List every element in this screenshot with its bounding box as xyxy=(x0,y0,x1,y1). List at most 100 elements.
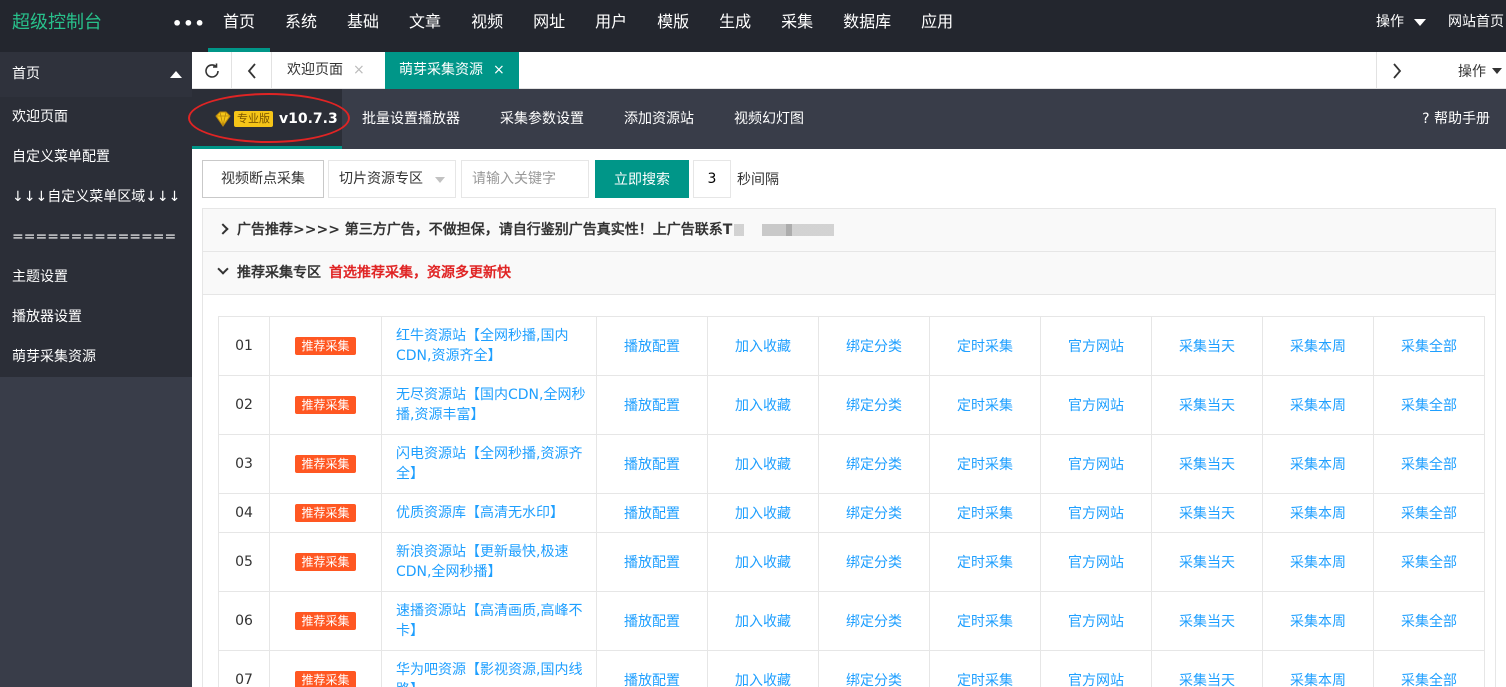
sidebar-item-custom-menu[interactable]: 自定义菜单配置 xyxy=(0,137,192,177)
sidebar-group-home[interactable]: 首页 xyxy=(0,52,192,97)
collect-week-link[interactable]: 采集本周 xyxy=(1262,650,1374,687)
sidebar-item-custom-area[interactable]: ↓↓↓自定义菜单区域↓↓↓ xyxy=(0,177,192,217)
bind-category-link[interactable]: 绑定分类 xyxy=(818,434,930,494)
search-button[interactable]: 立即搜索 xyxy=(595,160,689,198)
collect-today-link[interactable]: 采集当天 xyxy=(1151,591,1263,651)
resource-name-link[interactable]: 红牛资源站【全网秒播,国内CDN,资源齐全】 xyxy=(381,316,597,376)
official-site-link[interactable]: 官方网站 xyxy=(1040,434,1152,494)
collect-week-link[interactable]: 采集本周 xyxy=(1262,493,1374,533)
nav-generate[interactable]: 生成 xyxy=(704,0,766,52)
resource-name-link[interactable]: 闪电资源站【全网秒播,资源齐全】 xyxy=(381,434,597,494)
official-site-link[interactable]: 官方网站 xyxy=(1040,493,1152,533)
breakpoint-collect-button[interactable]: 视频断点采集 xyxy=(202,160,324,198)
collect-week-link[interactable]: 采集本周 xyxy=(1262,375,1374,435)
collect-all-link[interactable]: 采集全部 xyxy=(1373,493,1485,533)
sidebar-item-mengya[interactable]: 萌芽采集资源 xyxy=(0,337,192,377)
play-config-link[interactable]: 播放配置 xyxy=(596,434,708,494)
bind-category-link[interactable]: 绑定分类 xyxy=(818,532,930,592)
schedule-collect-link[interactable]: 定时采集 xyxy=(929,493,1041,533)
play-config-link[interactable]: 播放配置 xyxy=(596,375,708,435)
nav-system[interactable]: 系统 xyxy=(270,0,332,52)
collect-all-link[interactable]: 采集全部 xyxy=(1373,650,1485,687)
sidebar-item-theme[interactable]: 主题设置 xyxy=(0,257,192,297)
close-icon[interactable]: × xyxy=(493,62,505,78)
nav-url[interactable]: 网址 xyxy=(518,0,580,52)
subnav-batch-player[interactable]: 批量设置播放器 xyxy=(362,89,460,149)
official-site-link[interactable]: 官方网站 xyxy=(1040,375,1152,435)
add-favorite-link[interactable]: 加入收藏 xyxy=(707,434,819,494)
collect-today-link[interactable]: 采集当天 xyxy=(1151,532,1263,592)
add-favorite-link[interactable]: 加入收藏 xyxy=(707,650,819,687)
sidebar-item-player[interactable]: 播放器设置 xyxy=(0,297,192,337)
bind-category-link[interactable]: 绑定分类 xyxy=(818,493,930,533)
schedule-collect-link[interactable]: 定时采集 xyxy=(929,316,1041,376)
operate-menu[interactable]: 操作 xyxy=(1376,0,1448,44)
add-favorite-link[interactable]: 加入收藏 xyxy=(707,316,819,376)
schedule-collect-link[interactable]: 定时采集 xyxy=(929,375,1041,435)
resource-name-link[interactable]: 华为吧资源【影视资源,国内线路】 xyxy=(381,650,597,687)
nav-collect[interactable]: 采集 xyxy=(766,0,828,52)
nav-apps[interactable]: 应用 xyxy=(906,0,968,52)
bind-category-link[interactable]: 绑定分类 xyxy=(818,650,930,687)
nav-article[interactable]: 文章 xyxy=(394,0,456,52)
site-home-link[interactable]: 网站首页 xyxy=(1448,0,1506,44)
more-icon[interactable]: ••• xyxy=(172,14,206,33)
tab-welcome[interactable]: 欢迎页面 × xyxy=(273,52,379,89)
ad-header[interactable]: 广告推荐>>>> 第三方广告，不做担保，请自行鉴别广告真实性！上广告联系T xyxy=(203,209,1495,252)
collect-all-link[interactable]: 采集全部 xyxy=(1373,375,1485,435)
resource-name-link[interactable]: 无尽资源站【国内CDN,全网秒播,资源丰富】 xyxy=(381,375,597,435)
refresh-icon[interactable] xyxy=(192,52,232,89)
nav-video[interactable]: 视频 xyxy=(456,0,518,52)
version-tab[interactable]: 专业版 v10.7.3 xyxy=(188,89,350,149)
resource-name-link[interactable]: 优质资源库【高清无水印】 xyxy=(381,493,597,533)
collect-today-link[interactable]: 采集当天 xyxy=(1151,493,1263,533)
schedule-collect-link[interactable]: 定时采集 xyxy=(929,532,1041,592)
official-site-link[interactable]: 官方网站 xyxy=(1040,650,1152,687)
recommend-header[interactable]: 推荐采集专区 首选推荐采集，资源多更新快 xyxy=(203,252,1495,295)
help-manual-link[interactable]: ? 帮助手册 xyxy=(1422,89,1490,149)
scroll-right-icon[interactable] xyxy=(1376,52,1416,89)
add-favorite-link[interactable]: 加入收藏 xyxy=(707,375,819,435)
play-config-link[interactable]: 播放配置 xyxy=(596,532,708,592)
collect-today-link[interactable]: 采集当天 xyxy=(1151,375,1263,435)
subnav-collect-params[interactable]: 采集参数设置 xyxy=(500,89,584,149)
resource-name-link[interactable]: 新浪资源站【更新最快,极速CDN,全网秒播】 xyxy=(381,532,597,592)
nav-database[interactable]: 数据库 xyxy=(828,0,906,52)
official-site-link[interactable]: 官方网站 xyxy=(1040,316,1152,376)
bind-category-link[interactable]: 绑定分类 xyxy=(818,316,930,376)
nav-user[interactable]: 用户 xyxy=(580,0,642,52)
resource-name-link[interactable]: 速播资源站【高清画质,高峰不卡】 xyxy=(381,591,597,651)
play-config-link[interactable]: 播放配置 xyxy=(596,650,708,687)
add-favorite-link[interactable]: 加入收藏 xyxy=(707,532,819,592)
schedule-collect-link[interactable]: 定时采集 xyxy=(929,591,1041,651)
collect-week-link[interactable]: 采集本周 xyxy=(1262,532,1374,592)
collect-week-link[interactable]: 采集本周 xyxy=(1262,316,1374,376)
nav-home[interactable]: 首页 xyxy=(208,0,271,52)
scroll-left-icon[interactable] xyxy=(232,52,272,89)
collect-week-link[interactable]: 采集本周 xyxy=(1262,591,1374,651)
keyword-input[interactable] xyxy=(461,160,589,198)
nav-template[interactable]: 模版 xyxy=(642,0,704,52)
sidebar-item-welcome[interactable]: 欢迎页面 xyxy=(0,97,192,137)
collect-all-link[interactable]: 采集全部 xyxy=(1373,434,1485,494)
play-config-link[interactable]: 播放配置 xyxy=(596,316,708,376)
subnav-add-source[interactable]: 添加资源站 xyxy=(624,89,694,149)
play-config-link[interactable]: 播放配置 xyxy=(596,493,708,533)
collect-week-link[interactable]: 采集本周 xyxy=(1262,434,1374,494)
official-site-link[interactable]: 官方网站 xyxy=(1040,591,1152,651)
tab-operate-menu[interactable]: 操作 xyxy=(1416,52,1506,89)
collect-today-link[interactable]: 采集当天 xyxy=(1151,316,1263,376)
schedule-collect-link[interactable]: 定时采集 xyxy=(929,434,1041,494)
source-select[interactable]: 切片资源专区 xyxy=(328,160,456,198)
bind-category-link[interactable]: 绑定分类 xyxy=(818,591,930,651)
subnav-slideshow[interactable]: 视频幻灯图 xyxy=(734,89,804,149)
collect-all-link[interactable]: 采集全部 xyxy=(1373,316,1485,376)
collect-all-link[interactable]: 采集全部 xyxy=(1373,591,1485,651)
add-favorite-link[interactable]: 加入收藏 xyxy=(707,493,819,533)
nav-basic[interactable]: 基础 xyxy=(332,0,394,52)
app-logo-title[interactable]: 超级控制台 xyxy=(12,12,102,34)
official-site-link[interactable]: 官方网站 xyxy=(1040,532,1152,592)
collect-all-link[interactable]: 采集全部 xyxy=(1373,532,1485,592)
interval-input[interactable] xyxy=(693,160,731,198)
collect-today-link[interactable]: 采集当天 xyxy=(1151,434,1263,494)
